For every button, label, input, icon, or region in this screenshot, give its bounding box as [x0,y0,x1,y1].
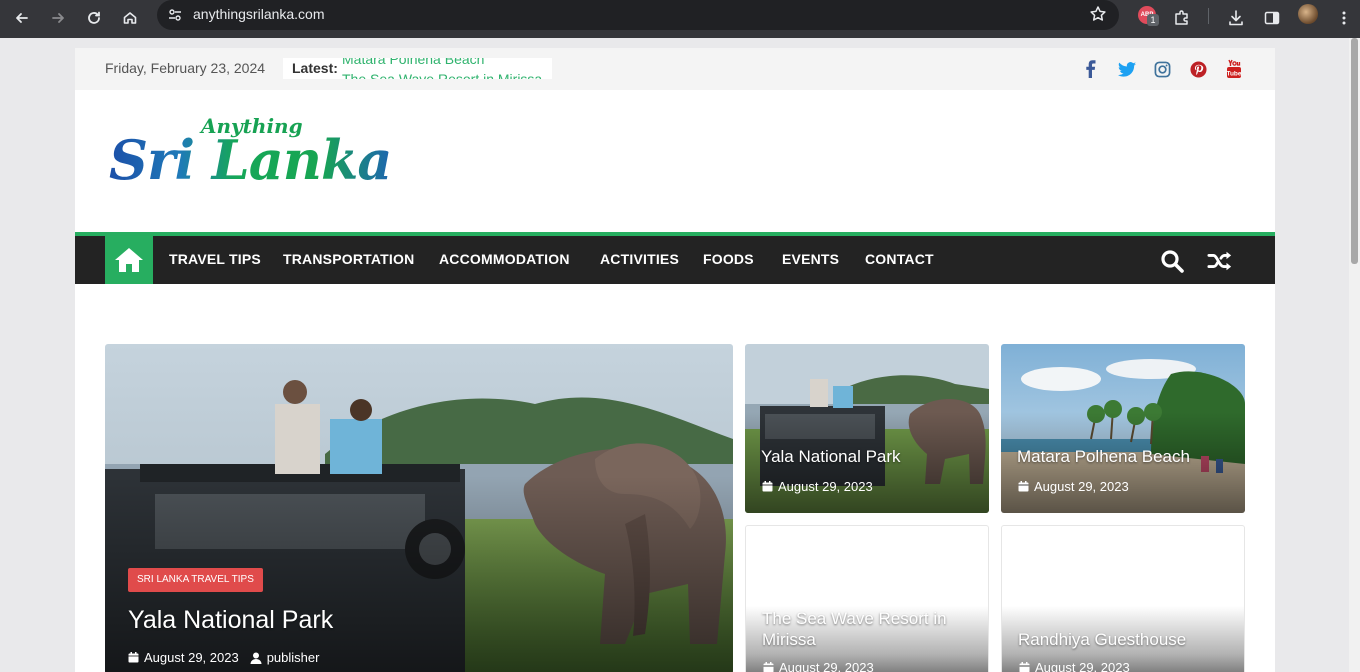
address-bar[interactable]: anythingsrilanka.com [157,0,1119,30]
home-button[interactable] [116,4,144,32]
calendar-icon [1019,662,1030,672]
post-title[interactable]: Matara Polhena Beach [1017,446,1232,467]
reload-icon [88,11,100,24]
browser-menu-button[interactable] [1330,4,1358,32]
site-logo[interactable]: Anything Sri Lanka [109,114,392,214]
post-meta: August 29, 2023 [1019,660,1130,672]
calendar-icon [763,662,774,672]
scrollbar-thumb[interactable] [1351,38,1358,264]
nav-foods[interactable]: FOODS [703,251,754,267]
download-icon [1229,10,1243,26]
random-post-shuffle-icon[interactable] [1207,248,1233,274]
post-title[interactable]: The Sea Wave Resort in Mirissa [762,608,977,650]
post-card[interactable]: Randhiya Guesthouse August 29, 2023 [1001,525,1245,672]
forward-arrow-icon [52,13,64,23]
post-meta: August 29, 2023 [1018,479,1129,494]
post-title[interactable]: Yala National Park [761,446,976,467]
nav-home-button[interactable] [105,236,153,284]
nav-travel-tips[interactable]: TRAVEL TIPS [169,251,261,267]
home-icon [123,12,137,24]
user-icon [250,652,262,664]
current-date: Friday, February 23, 2024 [105,60,266,76]
extensions-button[interactable] [1168,4,1196,32]
browser-toolbar: anythingsrilanka.com ABP 1 [0,0,1360,38]
latest-label: Latest: [292,60,338,76]
ticker-item[interactable]: The Sea Wave Resort in Mirissa [342,71,542,79]
post-card[interactable]: Matara Polhena Beach August 29, 2023 [1001,344,1245,513]
post-title[interactable]: Randhiya Guesthouse [1018,629,1233,650]
toolbar-divider [1208,8,1209,24]
top-bar: Friday, February 23, 2024 Latest: Matara… [75,48,1275,90]
nav-accommodation[interactable]: ACCOMMODATION [439,251,570,267]
profile-avatar[interactable] [1298,4,1318,24]
search-icon[interactable] [1159,248,1185,274]
calendar-icon [1018,481,1029,492]
post-date[interactable]: August 29, 2023 [778,479,873,494]
downloads-button[interactable] [1222,4,1250,32]
post-meta: August 29, 2023 [763,660,874,672]
nav-events[interactable]: EVENTS [782,251,839,267]
back-arrow-icon [16,13,28,23]
calendar-icon [128,652,139,663]
kebab-menu-icon [1342,11,1346,25]
reload-button[interactable] [80,4,108,32]
nav-transportation[interactable]: TRANSPORTATION [283,251,414,267]
twitter-icon[interactable] [1117,59,1137,79]
url-text[interactable]: anythingsrilanka.com [193,6,325,22]
pinterest-icon[interactable] [1188,59,1208,79]
nav-activities[interactable]: ACTIVITIES [600,251,679,267]
post-date[interactable]: August 29, 2023 [1035,660,1130,672]
ticker-item[interactable]: Matara Polhena Beach [342,58,484,67]
post-date[interactable]: August 29, 2023 [779,660,874,672]
post-author[interactable]: publisher [267,650,320,665]
post-card[interactable]: The Sea Wave Resort in Mirissa August 29… [745,525,989,672]
puzzle-icon [1175,10,1188,25]
home-icon [115,248,143,272]
page-scrollbar[interactable] [1349,38,1360,672]
featured-post-title[interactable]: Yala National Park [128,606,333,635]
featured-post-meta: August 29, 2023 publisher [128,650,319,665]
calendar-icon [762,481,773,492]
nav-contact[interactable]: CONTACT [865,251,934,267]
logo-title: Sri Lanka [109,128,392,192]
svg-text:Tube: Tube [1226,71,1241,78]
extension-count-badge: 1 [1147,14,1159,26]
instagram-icon[interactable] [1152,59,1172,79]
back-button[interactable] [8,4,36,32]
youtube-icon[interactable]: Tube [1224,59,1244,79]
side-panel-button[interactable] [1258,4,1286,32]
site-settings-icon[interactable] [167,7,183,27]
side-panel-icon [1264,11,1280,25]
category-badge[interactable]: SRI LANKA TRAVEL TIPS [128,568,263,592]
latest-news-ticker: Latest: Matara Polhena Beach The Sea Wav… [283,58,552,79]
forward-button[interactable] [44,4,72,32]
site-page: Friday, February 23, 2024 Latest: Matara… [75,48,1275,672]
featured-post-card[interactable]: SRI LANKA TRAVEL TIPS Yala National Park… [105,344,733,672]
post-date[interactable]: August 29, 2023 [1034,479,1129,494]
post-card[interactable]: Yala National Park August 29, 2023 [745,344,989,513]
bookmark-star-icon[interactable] [1089,5,1107,27]
main-navigation: TRAVEL TIPS TRANSPORTATION ACCOMMODATION… [75,232,1275,284]
post-meta: August 29, 2023 [762,479,873,494]
post-date[interactable]: August 29, 2023 [144,650,239,665]
facebook-icon[interactable] [1081,59,1101,79]
